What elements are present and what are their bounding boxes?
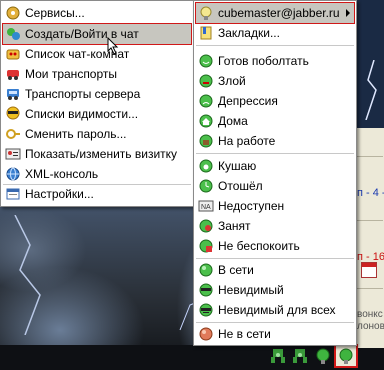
status-item-invisible-all[interactable]: Невидимый для всех xyxy=(196,300,354,320)
bg-text-line: п - 16 xyxy=(357,251,384,263)
menu-item-label: Настройки... xyxy=(25,187,94,201)
settings-icon xyxy=(5,186,21,202)
menu-item-label: Готов поболтать xyxy=(218,54,309,68)
transport-status-icon[interactable] xyxy=(290,346,310,366)
menu-item-label: В сети xyxy=(218,263,254,277)
menu-item-xml-console[interactable]: XML-консоль xyxy=(3,164,191,184)
lightning-small-image xyxy=(365,60,377,120)
bg-text-line: вонкс xyxy=(357,309,383,320)
change-password-icon xyxy=(5,126,21,142)
account-label: cubemaster@jabber.ru xyxy=(218,6,340,20)
menu-item-label: Транспорты сервера xyxy=(25,87,141,101)
status-item-offline[interactable]: Не в сети xyxy=(196,324,354,344)
menu-item-settings[interactable]: Настройки... xyxy=(3,184,191,204)
menu-item-label: Кушаю xyxy=(218,159,257,173)
busy-icon xyxy=(198,218,214,234)
menu-item-label: Закладки... xyxy=(218,26,280,40)
status-item-busy[interactable]: Занят xyxy=(196,216,354,236)
status-item-angry[interactable]: Злой xyxy=(196,71,354,91)
status-item-not-available[interactable]: NA Недоступен xyxy=(196,196,354,216)
menu-item-label: Показать/изменить визитку xyxy=(25,147,178,161)
menu-item-label: Дома xyxy=(218,114,248,128)
menu-item-label: На работе xyxy=(218,134,276,148)
bg-text-line: лонов xyxy=(357,321,384,332)
create-chat-icon xyxy=(5,26,21,42)
lightning-image-left xyxy=(14,215,41,335)
menu-item-label: Отошёл xyxy=(218,179,263,193)
menu-item-label: Списки видимости... xyxy=(25,107,139,121)
menu-item-label: Недоступен xyxy=(218,199,285,213)
online-icon xyxy=(198,262,214,278)
menu-item-account[interactable]: cubemaster@jabber.ru xyxy=(195,2,355,24)
menu-separator xyxy=(196,153,354,154)
status-item-eating[interactable]: Кушаю xyxy=(196,156,354,176)
offline-icon xyxy=(198,326,214,342)
eating-icon xyxy=(198,158,214,174)
main-menu: Сервисы... Создать/Войти в чат Список ча… xyxy=(0,0,195,207)
menu-separator xyxy=(196,258,354,259)
status-item-invisible[interactable]: Невидимый xyxy=(196,280,354,300)
menu-item-label: Злой xyxy=(218,74,246,88)
menu-item-services[interactable]: Сервисы... xyxy=(3,3,191,23)
main-status-icon[interactable] xyxy=(334,344,358,368)
menu-item-label: Не в сети xyxy=(218,327,271,341)
status-item-at-work[interactable]: На работе xyxy=(196,131,354,151)
home-icon xyxy=(198,113,214,129)
status-item-away[interactable]: Отошёл xyxy=(196,176,354,196)
menu-item-label: Невидимый для всех xyxy=(218,303,336,317)
vcard-icon xyxy=(5,146,21,162)
menu-item-create-chat[interactable]: Создать/Войти в чат xyxy=(2,23,192,45)
chatrooms-icon xyxy=(5,46,21,62)
chatty-icon xyxy=(198,53,214,69)
menu-item-change-password[interactable]: Сменить пароль... xyxy=(3,124,191,144)
account-menu: cubemaster@jabber.ru Закладки... Готов п… xyxy=(193,0,357,346)
account-bulb-icon xyxy=(198,5,214,21)
xml-console-icon xyxy=(5,166,21,182)
menu-item-label: Мои транспорты xyxy=(25,67,118,81)
bookmarks-icon xyxy=(198,25,214,41)
menu-item-label: Создать/Войти в чат xyxy=(25,27,139,41)
away-icon xyxy=(198,178,214,194)
menu-item-label: Не беспокоить xyxy=(218,239,300,253)
svg-text:NA: NA xyxy=(201,204,211,211)
server-transports-icon xyxy=(5,86,21,102)
menu-item-vcard[interactable]: Показать/изменить визитку xyxy=(3,144,191,164)
menu-item-label: XML-консоль xyxy=(25,167,99,181)
not-available-icon: NA xyxy=(198,198,214,214)
status-item-chatty[interactable]: Готов поболтать xyxy=(196,51,354,71)
my-transports-icon xyxy=(5,66,21,82)
menu-separator xyxy=(196,322,354,323)
status-bulb-icon[interactable] xyxy=(313,346,333,366)
menu-item-my-transports[interactable]: Мои транспорты xyxy=(3,64,191,84)
submenu-arrow-icon xyxy=(346,9,350,17)
depression-icon xyxy=(198,93,214,109)
menu-item-label: Сервисы... xyxy=(25,6,85,20)
menu-item-label: Сменить пароль... xyxy=(25,127,127,141)
menu-item-label: Список чат-комнат xyxy=(25,47,130,61)
bg-text-line: п - 4 - xyxy=(357,187,384,199)
status-item-online[interactable]: В сети xyxy=(196,260,354,280)
dnd-icon xyxy=(198,238,214,254)
menu-separator xyxy=(196,45,354,46)
services-icon xyxy=(5,5,21,21)
at-work-icon xyxy=(198,133,214,149)
status-item-home[interactable]: Дома xyxy=(196,111,354,131)
menu-item-label: Депрессия xyxy=(218,94,278,108)
invisible-icon xyxy=(198,282,214,298)
status-item-dnd[interactable]: Не беспокоить xyxy=(196,236,354,256)
menu-item-label: Невидимый xyxy=(218,283,284,297)
invisible-all-icon xyxy=(198,302,214,318)
visibility-lists-icon xyxy=(5,106,21,122)
status-item-depression[interactable]: Депрессия xyxy=(196,91,354,111)
menu-item-chatrooms[interactable]: Список чат-комнат xyxy=(3,44,191,64)
menu-item-visibility-lists[interactable]: Списки видимости... xyxy=(3,104,191,124)
transport-status-icon[interactable] xyxy=(268,346,288,366)
angry-icon xyxy=(198,73,214,89)
menu-item-server-transports[interactable]: Транспорты сервера xyxy=(3,84,191,104)
menu-item-label: Занят xyxy=(218,219,251,233)
menu-item-bookmarks[interactable]: Закладки... xyxy=(196,23,354,43)
calendar-icon xyxy=(361,262,377,278)
